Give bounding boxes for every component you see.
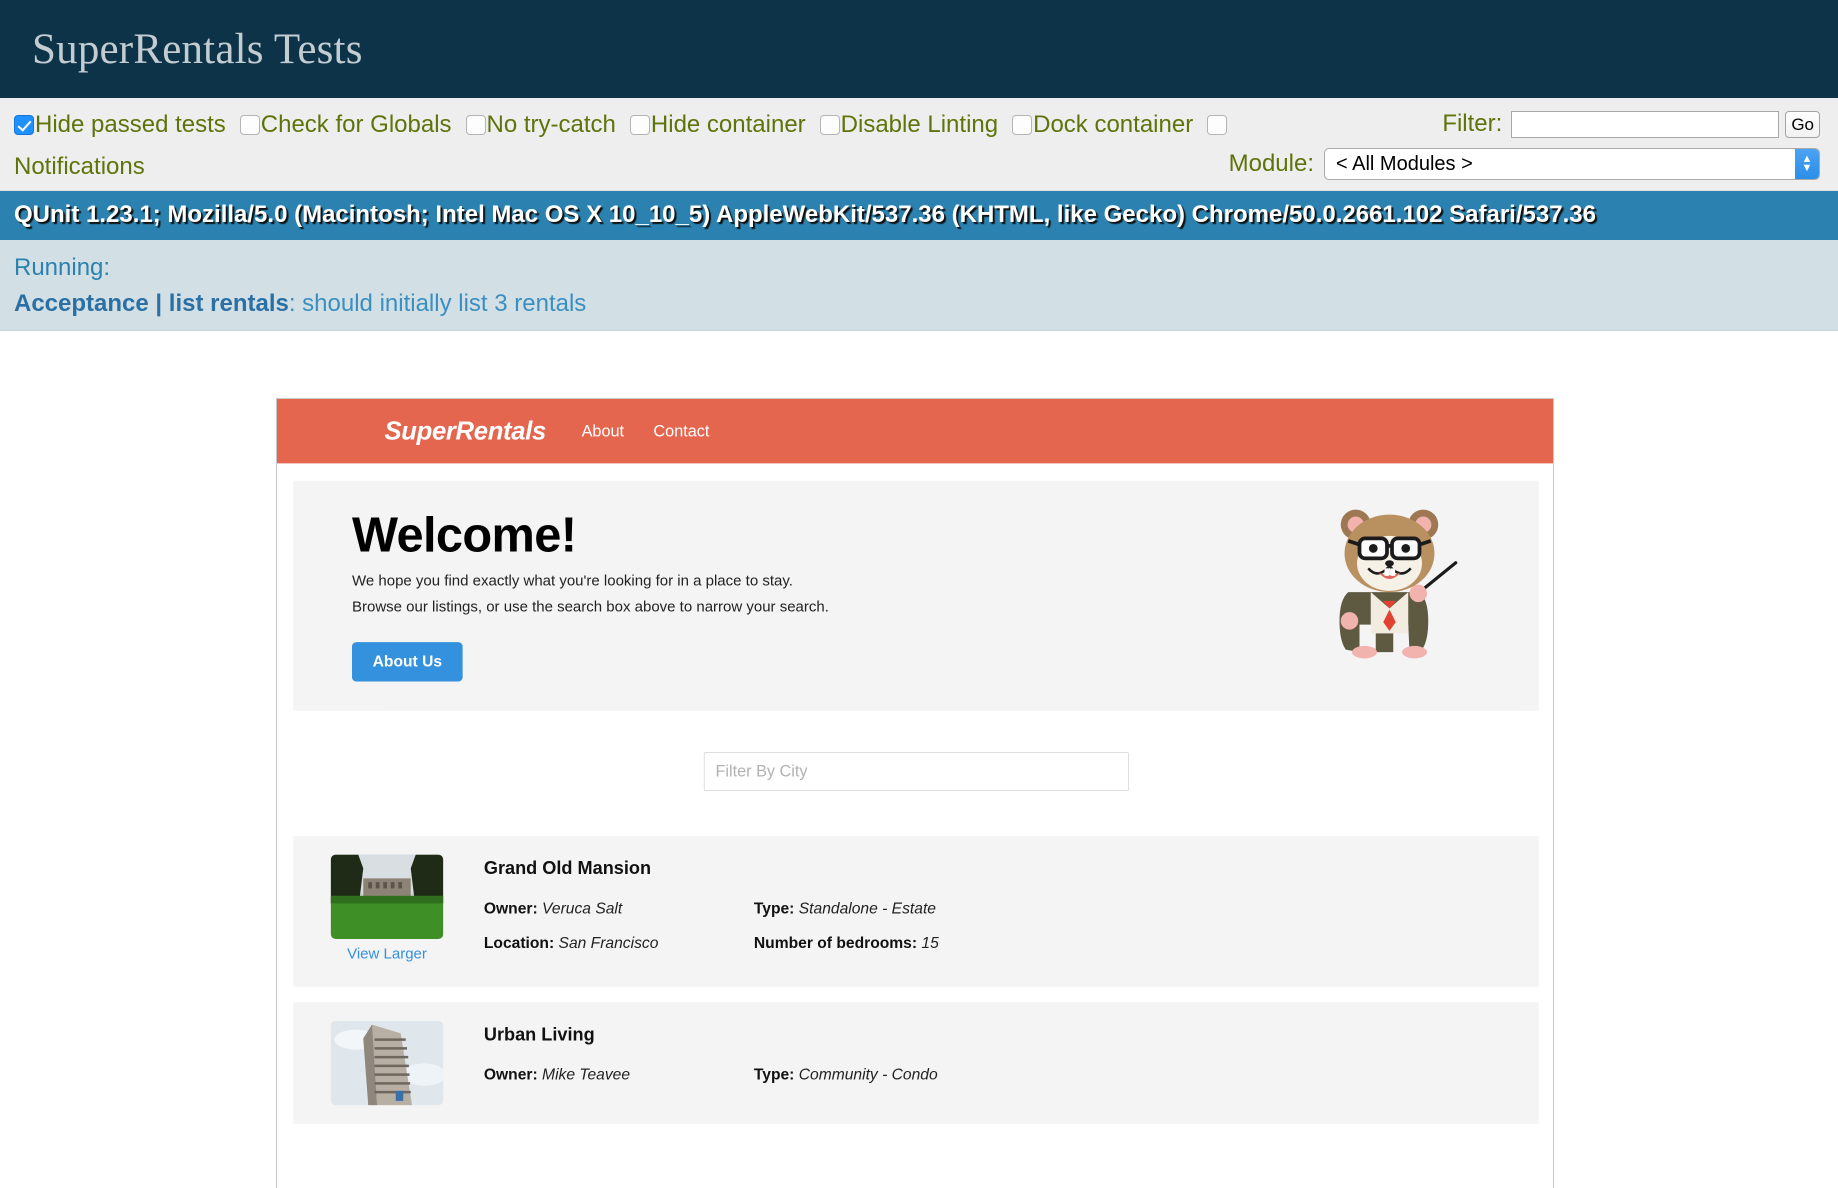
owner-value: Veruca Salt <box>542 899 622 917</box>
filter-controls: Filter: Go <box>1442 110 1820 138</box>
running-label: Running: <box>14 252 1838 284</box>
no-try-catch-checkbox[interactable] <box>466 115 486 135</box>
notifications-checkbox[interactable] <box>1207 115 1227 135</box>
module-selected-value: < All Modules > <box>1336 153 1473 176</box>
checkbox-hide-container[interactable]: Hide container <box>630 111 806 139</box>
rental-photo-tower <box>331 1021 444 1105</box>
testrunner-toolbar: Hide passed tests Check for Globals No t… <box>0 98 1838 191</box>
chevron-updown-icon[interactable]: ▲▼ <box>1795 149 1819 179</box>
owner-label: Owner: <box>484 1066 538 1084</box>
hide-container-checkbox[interactable] <box>630 115 650 135</box>
disable-linting-label: Disable Linting <box>841 111 998 139</box>
user-agent-banner: QUnit 1.23.1; Mozilla/5.0 (Macintosh; In… <box>0 191 1838 240</box>
type-value: Standalone - Estate <box>799 899 936 917</box>
running-test-description[interactable]: should initially list 3 rentals <box>302 290 586 317</box>
checkbox-notifications[interactable] <box>1207 115 1228 135</box>
checkbox-no-try-catch[interactable]: No try-catch <box>466 111 616 139</box>
module-controls: Module: < All Modules > ▲▼ <box>1229 148 1820 180</box>
filter-by-city-input[interactable] <box>704 752 1129 791</box>
owner-label: Owner: <box>484 899 538 917</box>
filter-input[interactable] <box>1511 111 1779 138</box>
list-filter <box>277 752 1554 791</box>
test-result-banner: Running: Acceptance | list rentals: shou… <box>0 240 1838 331</box>
checkbox-disable-linting[interactable]: Disable Linting <box>820 111 998 139</box>
module-label: Module: <box>1229 150 1314 178</box>
owner-value: Mike Teavee <box>542 1066 630 1084</box>
check-for-globals-label: Check for Globals <box>261 111 452 139</box>
bedrooms-value: 15 <box>921 934 938 952</box>
list-item: View Larger Grand Old Mansion Owner: Ver… <box>293 836 1539 987</box>
bedrooms-label: Number of bedrooms: <box>754 934 917 952</box>
location-value: San Francisco <box>559 934 659 952</box>
about-us-button[interactable]: About Us <box>352 642 463 681</box>
rental-title: Grand Old Mansion <box>484 858 1539 879</box>
rental-bedrooms-row: Number of bedrooms: 15 <box>754 934 1024 952</box>
qunit-header: SuperRentals Tests <box>0 0 1838 98</box>
rental-details: Grand Old Mansion Owner: Veruca Salt Loc… <box>484 854 1539 968</box>
dock-container-label: Dock container <box>1033 111 1193 139</box>
nav-link-contact[interactable]: Contact <box>653 422 709 441</box>
rental-location-row: Location: San Francisco <box>484 934 754 952</box>
view-larger-link[interactable]: View Larger <box>331 945 444 963</box>
no-try-catch-label: No try-catch <box>487 111 616 139</box>
page-title: SuperRentals Tests <box>32 25 363 74</box>
app-logo[interactable]: SuperRentals <box>385 417 546 446</box>
hide-passed-tests-checkbox[interactable] <box>14 115 34 135</box>
rental-details: Urban Living Owner: Mike Teavee Type: Co… <box>484 1021 1539 1105</box>
type-value: Community - Condo <box>799 1066 938 1084</box>
disable-linting-checkbox[interactable] <box>820 115 840 135</box>
rental-type-row: Type: Community - Condo <box>754 1066 1024 1084</box>
nav-link-about[interactable]: About <box>582 422 624 441</box>
running-module-name[interactable]: Acceptance | list rentals <box>14 290 289 317</box>
hide-passed-tests-label: Hide passed tests <box>35 111 226 139</box>
app-navbar: SuperRentals About Contact <box>277 399 1554 463</box>
type-label: Type: <box>754 1066 795 1084</box>
checkbox-check-for-globals[interactable]: Check for Globals <box>240 111 452 139</box>
module-select[interactable]: < All Modules > ▲▼ <box>1324 148 1820 180</box>
rental-listings: View Larger Grand Old Mansion Owner: Ver… <box>293 836 1539 1124</box>
rental-type-row: Type: Standalone - Estate <box>754 899 1024 917</box>
rental-image-block <box>331 1021 444 1105</box>
type-label: Type: <box>754 899 795 917</box>
location-label: Location: <box>484 934 554 952</box>
welcome-jumbotron: Welcome! We hope you find exactly what y… <box>293 481 1539 711</box>
hide-container-label: Hide container <box>651 111 806 139</box>
rental-owner-row: Owner: Mike Teavee <box>484 1066 754 1084</box>
checkbox-hide-passed-tests[interactable]: Hide passed tests <box>14 111 226 139</box>
rental-title: Urban Living <box>484 1024 1539 1045</box>
hamster-mascot-icon <box>1311 498 1467 661</box>
list-item: Urban Living Owner: Mike Teavee Type: Co… <box>293 1002 1539 1124</box>
check-for-globals-checkbox[interactable] <box>240 115 260 135</box>
dock-container-checkbox[interactable] <box>1012 115 1032 135</box>
ember-testing-app: SuperRentals About Contact Welcome! We h… <box>277 399 1554 1188</box>
notifications-label: Notifications <box>14 153 145 181</box>
running-test: Acceptance | list rentals: should initia… <box>14 288 1838 320</box>
filter-label: Filter: <box>1442 110 1502 138</box>
rental-photo-mansion <box>331 854 444 938</box>
running-test-separator: : <box>289 290 302 317</box>
filter-go-button[interactable]: Go <box>1785 111 1820 138</box>
checkbox-dock-container[interactable]: Dock container <box>1012 111 1193 139</box>
rental-image-block: View Larger <box>331 854 444 968</box>
rental-owner-row: Owner: Veruca Salt <box>484 899 754 917</box>
ember-testing-container: SuperRentals About Contact Welcome! We h… <box>276 398 1554 1188</box>
